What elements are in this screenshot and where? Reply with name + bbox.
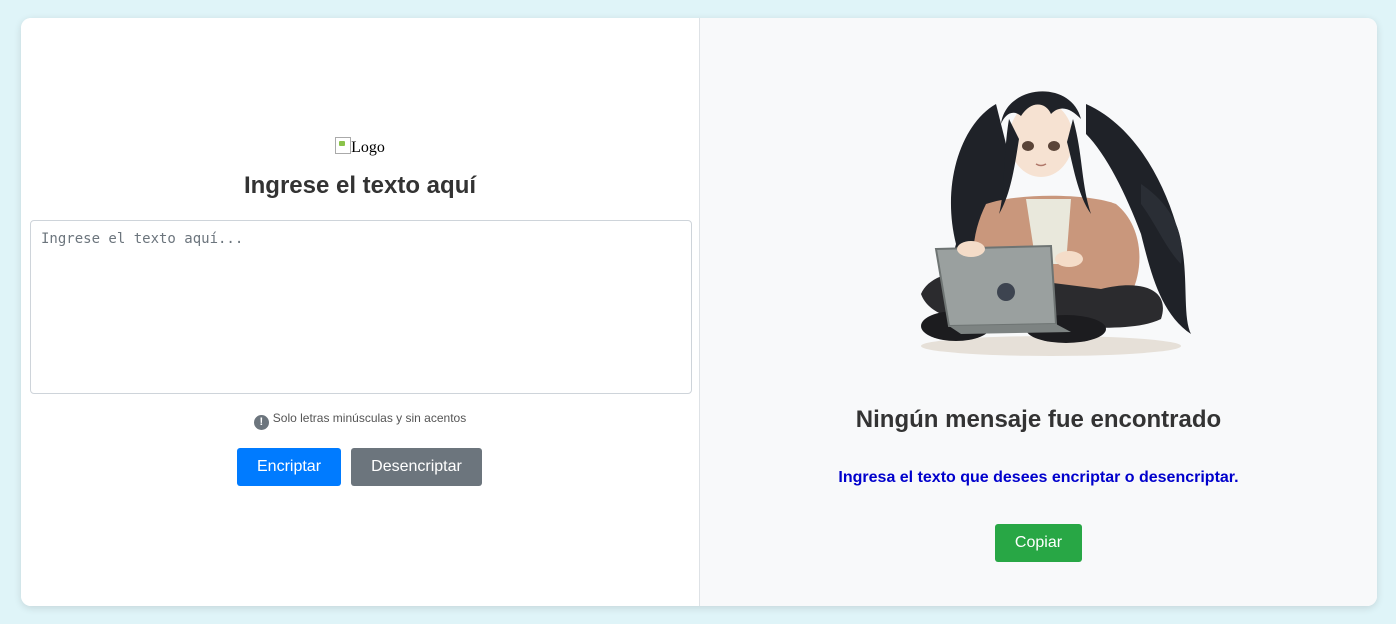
copy-button[interactable]: Copiar	[995, 524, 1082, 562]
empty-state-message: Ingresa el texto que desees encriptar o …	[838, 469, 1239, 486]
encrypt-button[interactable]: Encriptar	[237, 448, 341, 486]
main-card: Logo Ingrese el texto aquí !Solo letras …	[21, 18, 1377, 606]
text-input[interactable]	[30, 220, 692, 394]
logo: Logo	[21, 137, 699, 157]
hint-text: Solo letras minúsculas y sin acentos	[272, 411, 467, 425]
hint: ! Solo letras minúsculas y sin acentos	[21, 411, 699, 430]
input-panel: Logo Ingrese el texto aquí !Solo letras …	[21, 18, 700, 606]
broken-image-icon	[335, 137, 352, 154]
input-title: Ingrese el texto aquí	[243, 172, 477, 199]
info-icon: !	[253, 415, 269, 430]
anime-girl-laptop-illustration	[921, 91, 1191, 356]
empty-state-title: Ningún mensaje fue encontrado	[855, 406, 1222, 433]
decrypt-button[interactable]: Desencriptar	[351, 448, 482, 486]
logo-alt-text: Logo	[351, 139, 385, 156]
output-panel: Ningún mensaje fue encontrado Ingresa el…	[700, 18, 1377, 606]
